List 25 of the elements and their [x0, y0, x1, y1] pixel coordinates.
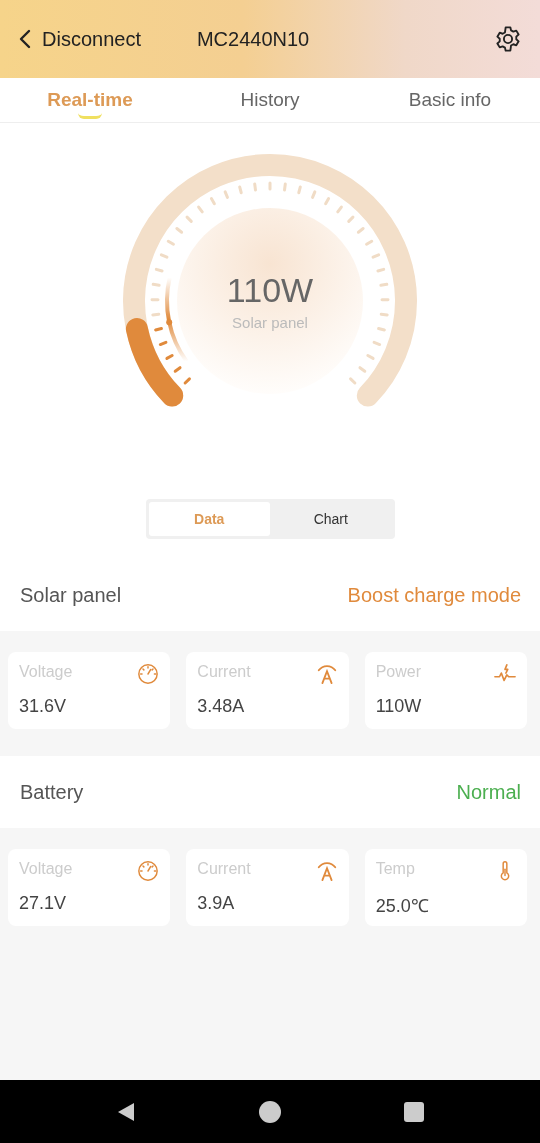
- ampere-icon: [315, 860, 338, 882]
- status-text: Boost charge mode: [347, 583, 521, 607]
- gauge-icon: [137, 663, 160, 685]
- metric-value: 3.48A: [197, 696, 246, 717]
- metric-value: 25.0℃: [375, 895, 430, 917]
- device-title: MC2440N10: [196, 27, 311, 51]
- metric-value: 3.9A: [197, 893, 236, 914]
- ampere-icon: [315, 663, 338, 685]
- gauge-value: 110W: [226, 271, 314, 310]
- section-title: Solar panel: [20, 583, 122, 607]
- metric-value: 110W: [375, 696, 423, 717]
- gauge-label: Solar panel: [232, 314, 308, 331]
- gauge-icon: [137, 860, 160, 882]
- tab[interactable]: Basic info: [360, 78, 540, 122]
- metric-value: 27.1V: [19, 893, 68, 914]
- metric-value: 31.6V: [19, 696, 68, 717]
- status-text: Normal: [456, 780, 521, 804]
- recents-nav-icon[interactable]: [402, 1099, 426, 1124]
- chevron-left-icon: [18, 29, 32, 49]
- section-title: Battery: [20, 780, 84, 804]
- settings-icon[interactable]: [494, 25, 522, 53]
- toggle-option[interactable]: Chart: [270, 502, 392, 536]
- back-button[interactable]: Disconnect: [18, 27, 141, 51]
- tab[interactable]: History: [180, 78, 360, 122]
- home-nav-icon[interactable]: [258, 1099, 282, 1124]
